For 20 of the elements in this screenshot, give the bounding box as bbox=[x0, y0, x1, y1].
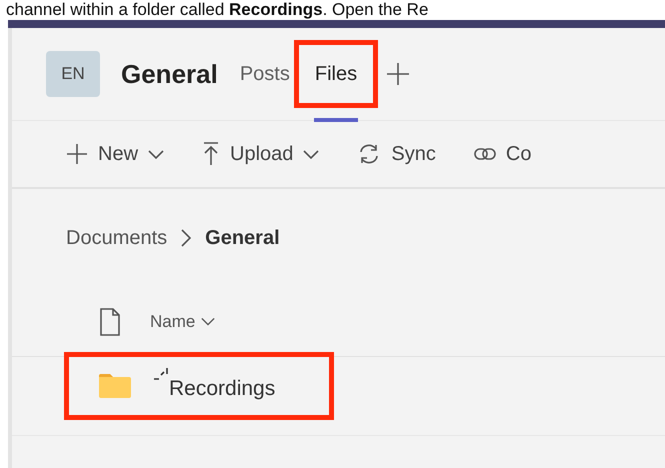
chevron-right-icon bbox=[181, 229, 192, 247]
team-avatar: EN bbox=[46, 51, 100, 97]
toolbar-button[interactable]: Sync bbox=[357, 139, 436, 169]
toolbar-button[interactable]: Upload bbox=[202, 139, 320, 169]
tab[interactable]: Posts bbox=[236, 59, 294, 89]
folder-icon bbox=[99, 374, 131, 398]
breadcrumb-link[interactable]: General bbox=[205, 223, 280, 253]
plus-icon bbox=[66, 143, 88, 165]
file-name[interactable]: Recordings bbox=[169, 373, 276, 405]
toolbar-button[interactable]: New bbox=[66, 139, 164, 169]
upload-icon bbox=[202, 142, 220, 166]
column-header[interactable]: Name bbox=[150, 308, 216, 334]
tab[interactable]: Files bbox=[314, 59, 358, 89]
link-icon bbox=[474, 147, 496, 161]
add-tab-icon bbox=[386, 62, 410, 86]
file-icon bbox=[100, 308, 120, 336]
caption-text: channel within a folder called Recordings. Open the Re bbox=[5, 0, 430, 20]
channel-title: General bbox=[121, 58, 218, 90]
toolbar-button[interactable]: Co bbox=[474, 139, 532, 169]
breadcrumb-link[interactable]: Documents bbox=[66, 223, 168, 253]
